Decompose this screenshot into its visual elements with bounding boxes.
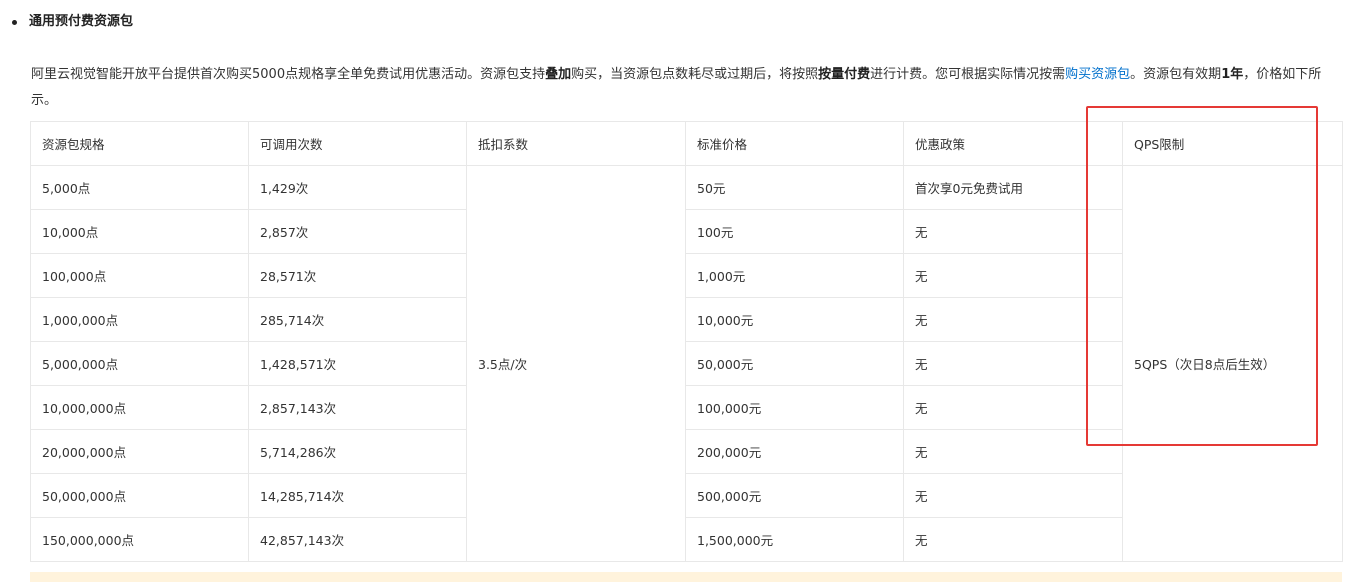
cell-discount: 无 — [903, 341, 1123, 386]
cell-discount: 无 — [903, 517, 1123, 562]
cell-price: 500,000元 — [685, 473, 904, 518]
cell-calls: 1,428,571次 — [248, 341, 467, 386]
cell-discount: 无 — [903, 473, 1123, 518]
cell-calls: 2,857,143次 — [248, 385, 467, 430]
cell-calls: 14,285,714次 — [248, 473, 467, 518]
cell-discount: 首次享0元免费试用 — [903, 165, 1123, 210]
section-title: 通用预付费资源包 — [12, 12, 133, 32]
intro-text-4: 。资源包有效期 — [1130, 67, 1222, 82]
buy-package-link[interactable]: 购买资源包 — [1065, 67, 1130, 82]
cell-discount: 无 — [903, 429, 1123, 474]
cell-calls: 42,857,143次 — [248, 517, 467, 562]
header-spec: 资源包规格 — [30, 121, 249, 166]
intro-paragraph: 阿里云视觉智能开放平台提供首次购买5000点规格享全单免费试用优惠活动。资源包支… — [31, 62, 1341, 114]
cell-calls: 1,429次 — [248, 165, 467, 210]
intro-text-3: 进行计费。您可根据实际情况按需 — [870, 67, 1066, 82]
header-deduction: 抵扣系数 — [466, 121, 686, 166]
cell-spec: 10,000,000点 — [30, 385, 249, 430]
cell-price: 10,000元 — [685, 297, 904, 342]
intro-bold-payg: 按量付费 — [818, 67, 871, 82]
intro-bold-stack: 叠加 — [545, 67, 572, 82]
cell-price: 1,500,000元 — [685, 517, 904, 562]
cell-price: 200,000元 — [685, 429, 904, 474]
header-qps: QPS限制 — [1122, 121, 1343, 166]
cell-calls: 2,857次 — [248, 209, 467, 254]
cell-price: 50,000元 — [685, 341, 904, 386]
header-discount: 优惠政策 — [903, 121, 1123, 166]
cell-spec: 50,000,000点 — [30, 473, 249, 518]
cell-spec: 10,000点 — [30, 209, 249, 254]
cell-spec: 1,000,000点 — [30, 297, 249, 342]
note-banner — [30, 572, 1342, 582]
cell-qps: 5QPS（次日8点后生效） — [1122, 165, 1343, 562]
cell-discount: 无 — [903, 209, 1123, 254]
cell-calls: 285,714次 — [248, 297, 467, 342]
cell-deduction: 3.5点/次 — [466, 165, 686, 562]
cell-discount: 无 — [903, 385, 1123, 430]
cell-price: 1,000元 — [685, 253, 904, 298]
cell-spec: 5,000点 — [30, 165, 249, 210]
intro-text-2: 购买，当资源包点数耗尽或过期后，将按照 — [571, 67, 819, 82]
cell-calls: 5,714,286次 — [248, 429, 467, 474]
cell-price: 100,000元 — [685, 385, 904, 430]
table-row: 5,000点 1,429次 3.5点/次 50元 首次享0元免费试用 5QPS（… — [30, 165, 1343, 562]
cell-price: 50元 — [685, 165, 904, 210]
cell-spec: 20,000,000点 — [30, 429, 249, 474]
cell-calls: 28,571次 — [248, 253, 467, 298]
intro-bold-validity: 1年 — [1221, 67, 1244, 82]
header-calls: 可调用次数 — [248, 121, 467, 166]
cell-discount: 无 — [903, 297, 1123, 342]
cell-price: 100元 — [685, 209, 904, 254]
cell-spec: 150,000,000点 — [30, 517, 249, 562]
intro-text-1: 阿里云视觉智能开放平台提供首次购买5000点规格享全单免费试用优惠活动。资源包支… — [31, 67, 546, 82]
cell-spec: 100,000点 — [30, 253, 249, 298]
cell-discount: 无 — [903, 253, 1123, 298]
header-price: 标准价格 — [685, 121, 904, 166]
table-header-row: 资源包规格 可调用次数 抵扣系数 标准价格 优惠政策 QPS限制 — [30, 121, 1343, 166]
section-title-text: 通用预付费资源包 — [29, 14, 134, 29]
bullet-icon — [12, 19, 17, 25]
pricing-table: 资源包规格 可调用次数 抵扣系数 标准价格 优惠政策 QPS限制 5,000点 … — [30, 121, 1343, 562]
cell-spec: 5,000,000点 — [30, 341, 249, 386]
